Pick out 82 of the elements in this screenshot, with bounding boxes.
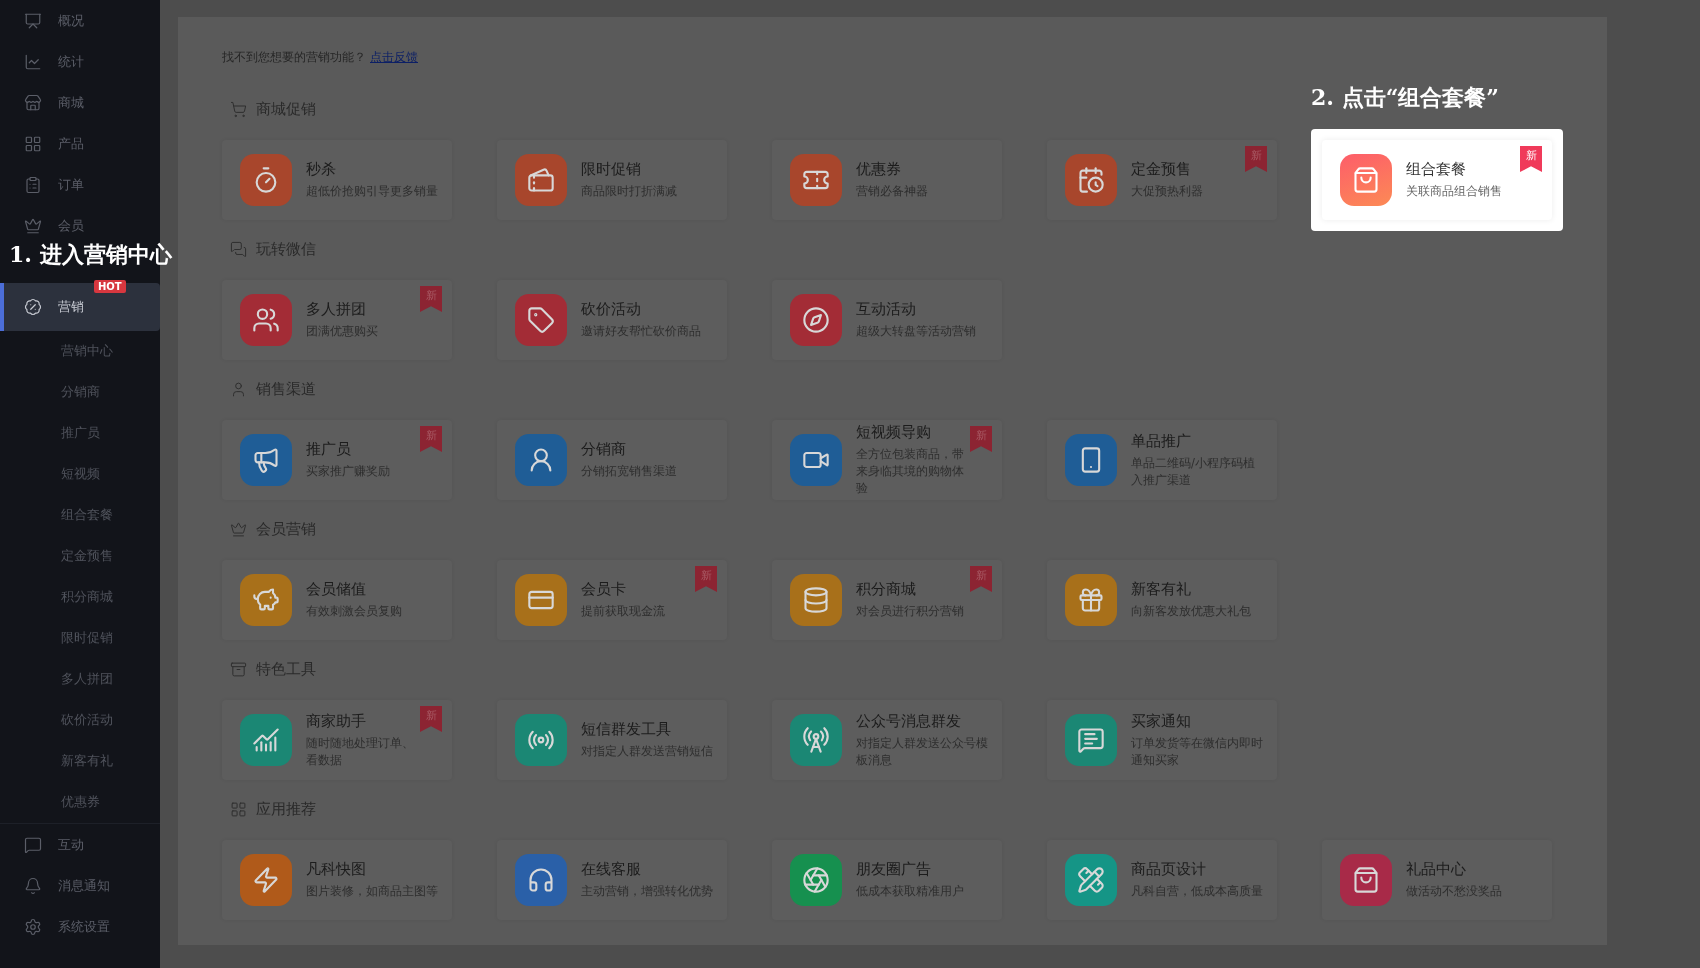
user-icon [230, 380, 247, 398]
aperture-icon [802, 866, 830, 894]
card-title: 在线客服 [581, 860, 642, 879]
calendar-icon [1077, 166, 1105, 194]
cart-icon [230, 100, 247, 118]
card-title: 单品推广 [1131, 431, 1192, 451]
chat-icon [24, 835, 42, 854]
submenu-item[interactable]: 砍价活动 [0, 700, 160, 741]
nav-item[interactable]: 订单 [0, 164, 160, 205]
presentation-icon [24, 11, 42, 30]
nav-item[interactable]: 营销 HOT [0, 283, 160, 331]
bell-icon [24, 876, 42, 895]
store-icon [24, 93, 42, 112]
nav-item[interactable]: 统计 [0, 41, 160, 82]
submenu-item[interactable]: 短视频 [0, 454, 160, 495]
message-icon [1077, 726, 1105, 754]
nav-item[interactable]: 产品 [0, 123, 160, 164]
headset-icon [527, 866, 555, 894]
card-title: 组合套餐 [1406, 160, 1467, 179]
submenu-item[interactable]: 限时促销 [0, 618, 160, 659]
chart-icon [252, 726, 280, 754]
gift-icon [1077, 586, 1105, 614]
bolt-icon [252, 866, 280, 894]
card-title: 短信群发工具 [581, 720, 672, 739]
shopping-bag-icon [1352, 866, 1380, 894]
group-icon [252, 306, 280, 334]
crown-icon [230, 520, 247, 538]
submenu-item[interactable]: 优惠券 [0, 782, 160, 823]
feature-card[interactable]: 组合套餐 关联商品组合销售 新 [1322, 140, 1552, 220]
pencil-ruler-icon [1077, 866, 1105, 894]
card-title: 新客有礼 [1131, 580, 1192, 599]
nav-item[interactable]: 系统设置 [0, 906, 160, 947]
submenu-item[interactable]: 营销中心 [0, 331, 160, 372]
card-title: 推广员 [306, 440, 352, 459]
submenu-item[interactable]: 推广员 [0, 413, 160, 454]
submenu-item[interactable]: 定金预售 [0, 536, 160, 577]
nav-item[interactable]: 互动 [0, 824, 160, 865]
submenu-item[interactable]: 多人拼团 [0, 659, 160, 700]
step-annotation: 2. 点击“组合套餐” [1311, 83, 1499, 112]
chat-bubbles-icon [230, 240, 247, 258]
card-title: 优惠券 [856, 160, 902, 179]
card-title: 分销商 [581, 440, 627, 459]
submenu-item[interactable]: 分销商 [0, 372, 160, 413]
line-chart-icon [24, 52, 42, 71]
card-title: 凡科快图 [306, 860, 367, 879]
card-title: 短视频导购 [856, 423, 932, 442]
price-tag-icon [527, 306, 555, 334]
settings-icon [24, 917, 42, 936]
feedback-link[interactable]: 点击反馈 [370, 49, 418, 65]
submenu-item[interactable]: 新客有礼 [0, 741, 160, 782]
new-ribbon: 新 [1520, 146, 1542, 172]
card-title: 礼品中心 [1406, 860, 1467, 879]
card-title: 秒杀 [306, 160, 337, 179]
card-title: 会员储值 [306, 580, 367, 599]
grid-icon [230, 800, 247, 818]
card-description: 关联商品组合销售 [1406, 183, 1502, 200]
card-title: 会员卡 [581, 580, 627, 599]
hot-badge: HOT [94, 280, 126, 293]
crown-icon [24, 216, 42, 235]
nav-item[interactable]: 概况 [0, 0, 160, 41]
nav-item[interactable]: 商城 [0, 82, 160, 123]
card-title: 互动活动 [856, 300, 917, 319]
card-title: 限时促销 [581, 160, 642, 179]
card-title: 定金预售 [1131, 160, 1192, 179]
card-title: 朋友圈广告 [856, 860, 932, 879]
card-title: 商家助手 [306, 711, 367, 731]
tower-icon [802, 726, 830, 754]
card-title: 多人拼团 [306, 300, 367, 319]
submenu-item[interactable]: 组合套餐 [0, 495, 160, 536]
clipboard-icon [24, 175, 42, 194]
megaphone-icon [252, 446, 280, 474]
nav-item[interactable]: 消息通知 [0, 865, 160, 906]
grid-icon [24, 134, 42, 153]
tickets-icon [527, 166, 555, 194]
step-annotation: 1. 进入营销中心 [9, 240, 172, 269]
card-title: 商品页设计 [1131, 860, 1207, 879]
card-title: 公众号消息群发 [856, 711, 962, 731]
card-title: 积分商城 [856, 580, 917, 599]
submenu-item[interactable]: 积分商城 [0, 577, 160, 618]
shopping-bag-icon [1352, 166, 1380, 194]
card-title: 买家通知 [1131, 711, 1192, 731]
card-title: 砍价活动 [581, 300, 642, 319]
